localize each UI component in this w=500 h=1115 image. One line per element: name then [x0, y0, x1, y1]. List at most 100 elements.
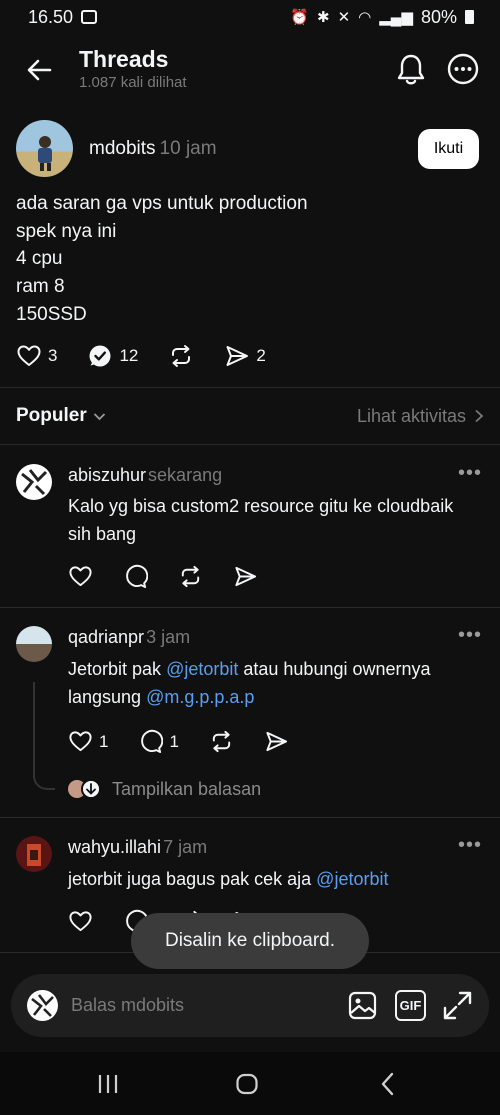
share-button[interactable]: [233, 564, 258, 589]
repost-icon: [181, 565, 200, 588]
post-actions: 3 12 2: [16, 343, 266, 369]
status-time: 16.50: [28, 6, 74, 27]
gif-label: GIF: [399, 998, 422, 1013]
repost-icon: [212, 730, 231, 753]
reply-text: Jetorbit pak @jetorbit atau hubungi owne…: [68, 659, 431, 707]
repost-button[interactable]: [178, 564, 203, 589]
reply-author[interactable]: wahyu.illahi 7 jam: [68, 837, 207, 858]
heart-icon: [69, 731, 92, 752]
post-body-line: 150SSD: [16, 303, 87, 325]
signal-icon: ▂▄▆: [379, 9, 413, 26]
post-author[interactable]: mdobits 10 jam: [89, 138, 217, 160]
gallery-notification-icon: [81, 10, 98, 24]
more-options-icon[interactable]: •••: [458, 624, 482, 647]
heart-icon: [69, 911, 92, 932]
follow-button[interactable]: Ikuti: [418, 129, 479, 169]
reply-count: 1: [169, 731, 179, 751]
like-count: 1: [99, 731, 109, 751]
share-count: 2: [256, 346, 266, 365]
post-time: 10 jam: [159, 138, 217, 159]
current-user-avatar: [27, 990, 58, 1021]
reply-button[interactable]: 12: [87, 343, 138, 369]
share-button[interactable]: [264, 729, 289, 754]
heart-icon: [17, 345, 41, 366]
repost-button[interactable]: [209, 729, 234, 754]
reply-actions: [68, 564, 288, 589]
more-circle-icon[interactable]: [447, 53, 479, 85]
system-navigation-bar: [0, 1052, 500, 1115]
show-replies-link[interactable]: Tampilkan balasan: [68, 777, 261, 801]
header: Threads 1.087 kali dilihat: [0, 38, 500, 108]
divider: [0, 607, 500, 608]
chevron-right-icon: [475, 409, 484, 423]
like-count: 3: [48, 346, 58, 365]
like-button[interactable]: [68, 564, 93, 589]
wifi-icon: ◠: [358, 9, 372, 26]
reply-author[interactable]: abiszuhur sekarang: [68, 465, 222, 486]
heart-icon: [69, 566, 92, 587]
arrow-left-icon[interactable]: [24, 54, 56, 86]
reply-time: sekarang: [148, 465, 223, 485]
reply-time: 7 jam: [163, 837, 208, 857]
sort-dropdown[interactable]: Populer: [16, 405, 87, 427]
reply-avatar[interactable]: [16, 626, 52, 662]
reply-input[interactable]: [71, 988, 321, 1022]
like-button[interactable]: [68, 909, 93, 934]
reply-username[interactable]: wahyu.illahi: [68, 837, 161, 857]
battery-percent: 80%: [420, 6, 457, 27]
send-icon: [266, 731, 288, 752]
recent-apps-icon[interactable]: [96, 1072, 120, 1096]
post-body-line: 4 cpu: [16, 248, 63, 270]
battery-icon: [465, 10, 474, 24]
expand-icon[interactable]: [442, 990, 473, 1021]
reply-actions: 1 1: [68, 729, 319, 754]
like-button[interactable]: 3: [16, 343, 57, 369]
view-activity-link[interactable]: Lihat aktivitas: [357, 406, 484, 427]
reply-avatar[interactable]: [16, 836, 52, 872]
post-body: ada saran ga vps untuk production spek n…: [16, 190, 308, 329]
mention-link[interactable]: @jetorbit: [316, 869, 388, 889]
reply-avatars: [68, 778, 102, 800]
mention-link[interactable]: @jetorbit: [166, 659, 238, 679]
repost-button[interactable]: [168, 343, 194, 369]
mention-link[interactable]: @m.g.p.p.a.p: [146, 687, 254, 707]
reply-count: 12: [119, 346, 139, 365]
divider: [0, 817, 500, 818]
status-bar: 16.50 ⏰ ✱ ✕ ◠ ▂▄▆ 80%: [0, 0, 500, 34]
image-icon[interactable]: [347, 990, 378, 1021]
back-icon[interactable]: [378, 1072, 398, 1096]
sort-row: Populer Lihat aktivitas: [16, 400, 484, 432]
post-username[interactable]: mdobits: [89, 138, 156, 159]
post-author-avatar[interactable]: [16, 120, 73, 177]
reply-author[interactable]: qadrianpr 3 jam: [68, 627, 190, 648]
mute-icon: ✕: [337, 9, 351, 26]
post-body-line: ada saran ga vps untuk production: [16, 193, 308, 214]
like-button[interactable]: 1: [68, 729, 108, 754]
home-icon[interactable]: [235, 1072, 259, 1096]
more-options-icon[interactable]: •••: [458, 462, 482, 485]
reply-avatar[interactable]: [16, 464, 52, 500]
bell-icon[interactable]: [395, 52, 427, 86]
view-activity-label: Lihat aktivitas: [356, 405, 466, 426]
reply-text: jetorbit juga bagus pak cek aja @jetorbi…: [68, 869, 389, 889]
share-button[interactable]: 2: [224, 343, 266, 369]
send-icon: [226, 346, 249, 366]
arrow-down-icon: [83, 781, 99, 797]
thread-curve: [33, 768, 55, 790]
repost-icon: [172, 345, 191, 367]
reply-username[interactable]: qadrianpr: [68, 627, 144, 647]
reply-button[interactable]: [123, 564, 148, 589]
gif-icon[interactable]: GIF: [395, 990, 426, 1021]
comment-icon: [126, 564, 148, 589]
reply-time: 3 jam: [146, 627, 191, 647]
divider: [0, 387, 500, 388]
page-title: Threads: [79, 46, 169, 72]
thread-line: [33, 682, 35, 772]
toast-message: Disalin ke clipboard.: [131, 913, 369, 969]
more-options-icon[interactable]: •••: [458, 834, 482, 857]
reply-button[interactable]: 1: [138, 729, 179, 754]
chevron-down-icon[interactable]: [93, 410, 106, 423]
comment-icon: [141, 729, 164, 754]
reply-username[interactable]: abiszuhur: [68, 465, 146, 485]
comment-check-icon: [89, 345, 111, 367]
